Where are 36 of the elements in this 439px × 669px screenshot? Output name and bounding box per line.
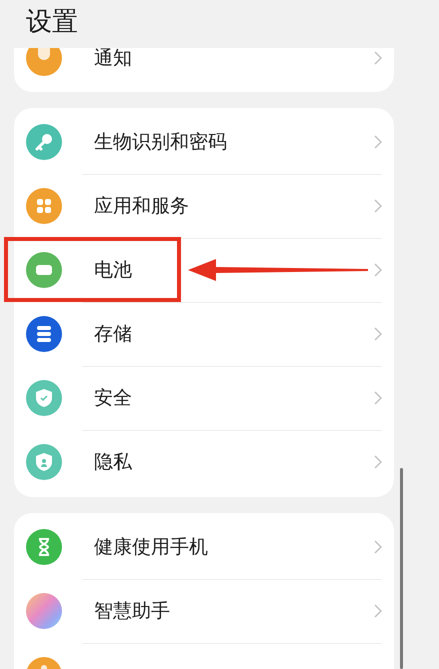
shield-icon [26,380,62,416]
apps-icon [26,188,62,224]
item-label: 存储 [94,322,132,347]
chevron-icon [374,455,382,469]
item-label: 健康使用手机 [94,535,208,560]
settings-item[interactable]: 应用和服务 [14,174,394,238]
shield-icon [26,444,62,480]
item-label: 生物识别和密码 [94,130,227,155]
item-label: 隐私 [94,450,132,475]
chevron-icon [374,327,382,341]
settings-item[interactable]: 安全 [14,366,394,430]
item-label: 智慧助手 [94,599,170,624]
settings-item[interactable]: 隐私 [14,430,394,494]
chevron-icon [374,604,382,618]
page-title: 设置 [26,6,79,39]
item-label: 应用和服务 [94,194,189,219]
chevron-icon [374,135,382,149]
settings-item[interactable]: 电池 [14,238,394,302]
item-label: 通知 [94,48,132,71]
storage-icon [26,316,62,352]
hourglass-icon [26,529,62,565]
settings-item[interactable]: 健康使用手机 [14,515,394,579]
orb-icon [26,593,62,629]
item-label: 电池 [94,258,132,283]
battery-icon [26,252,62,288]
chevron-icon [374,540,382,554]
settings-item[interactable]: 通知 [14,48,394,88]
settings-item[interactable]: 存储 [14,302,394,366]
settings-item[interactable]: 生物识别和密码 [14,110,394,174]
chevron-icon [374,391,382,405]
key-icon [26,124,62,160]
item-label: 安全 [94,386,132,411]
chevron-icon [374,263,382,277]
chevron-icon [374,51,382,65]
settings-item[interactable]: 智慧助手 [14,579,394,643]
chevron-icon [374,199,382,213]
